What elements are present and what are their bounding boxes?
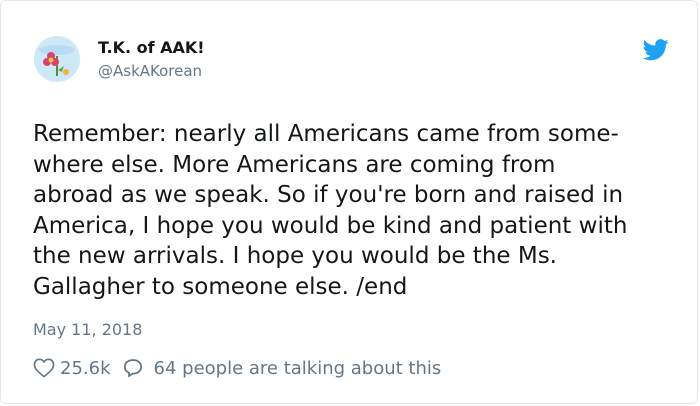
tweet-card: T.K. of AAK! @AskAKorean Remember: nearl… (0, 0, 698, 404)
tweet-line: Gallagher to someone else. /end (33, 273, 408, 300)
like-button[interactable]: 25.6k (33, 358, 111, 379)
tweet-date[interactable]: May 11, 2018 (33, 320, 142, 339)
like-count: 25.6k (60, 357, 111, 379)
tweet-line: America, I hope you would be kind and pa… (33, 212, 628, 239)
heart-outline-icon (33, 358, 55, 378)
tweet-text: Remember: nearly all Americans came from… (33, 119, 673, 303)
tweet-line: the new arrivals. I hope you would be th… (33, 243, 557, 270)
engagement-bar: 25.6k 64 people are talking about this (33, 355, 441, 381)
tweet-line: Remember: nearly all Americans came from… (33, 121, 619, 147)
twitter-bird-icon[interactable] (643, 39, 669, 61)
author-handle[interactable]: @AskAKorean (98, 62, 202, 80)
conversation-link[interactable]: 64 people are talking about this (123, 357, 442, 379)
author-name[interactable]: T.K. of AAK! (98, 38, 205, 57)
tweet-line: abroad as we speak. So if you're born an… (33, 182, 624, 209)
tweet-line: where else. More Americans are coming fr… (33, 151, 556, 178)
speech-bubble-icon (123, 359, 142, 378)
talking-text: 64 people are talking about this (153, 357, 442, 379)
author-avatar[interactable] (34, 36, 80, 82)
avatar-flower-icon (34, 36, 80, 82)
